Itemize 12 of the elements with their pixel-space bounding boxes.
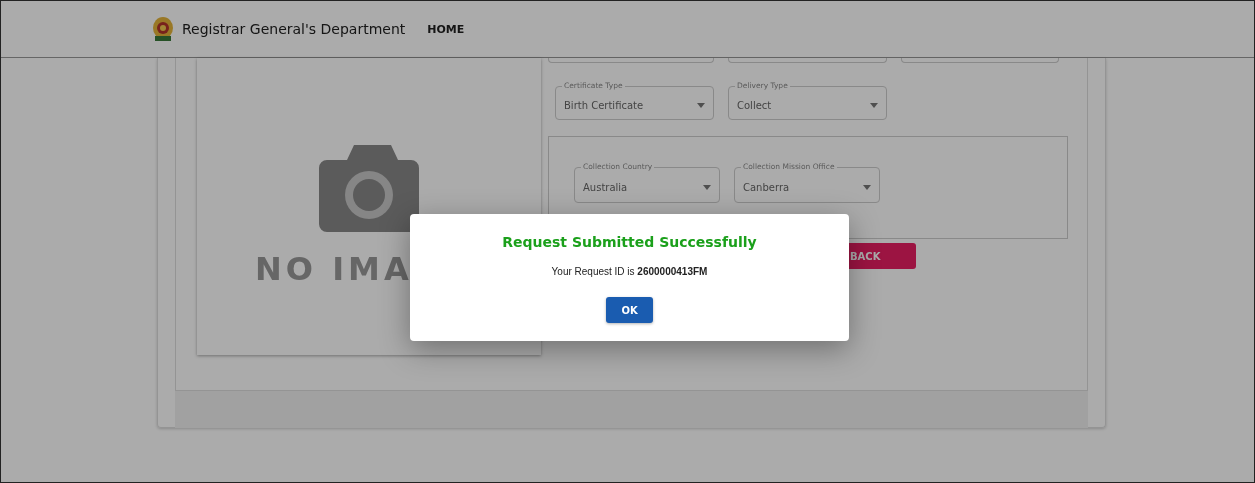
site-title: Registrar General's Department [182,21,406,37]
dialog-title: Request Submitted Successfully [502,234,757,250]
dialog-message: Your Request ID is 2600000413FM [551,266,708,277]
caret-icon [863,184,871,190]
nav-link[interactable]: HOME [427,22,465,36]
caret-icon [697,102,705,108]
caret-icon [870,102,878,108]
camera-icon [319,145,419,232]
emblem-logo [152,17,174,41]
ok-button[interactable]: OK [606,297,653,323]
placeholder-text: NO IMA [255,250,413,288]
caret-icon [703,184,711,190]
